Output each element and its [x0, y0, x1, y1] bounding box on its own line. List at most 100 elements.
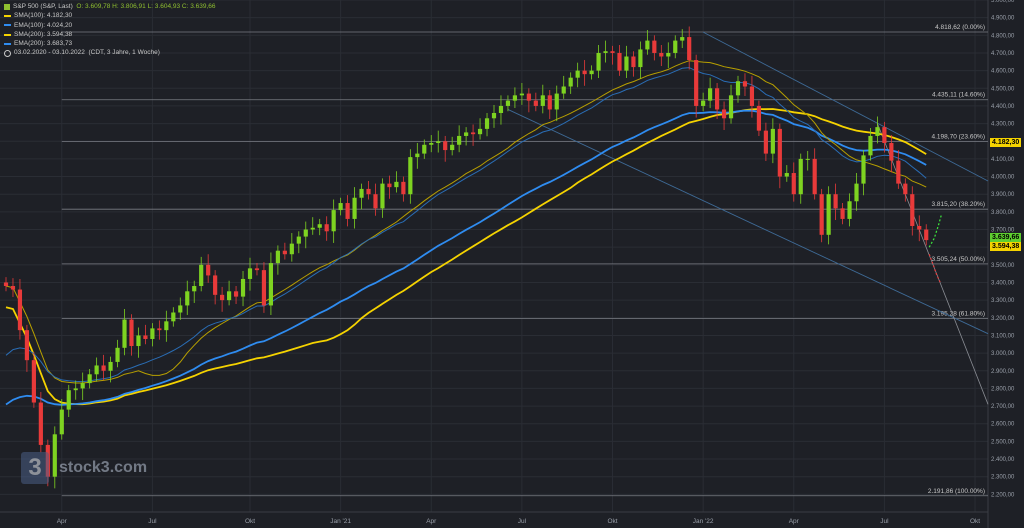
candle-body	[554, 93, 559, 110]
fib-level-label: 4.435,11 (14.60%)	[932, 92, 985, 99]
candle-body	[240, 278, 246, 297]
candle-body	[436, 141, 441, 144]
x-tick-label: Jul	[880, 518, 889, 525]
candle-body	[464, 132, 469, 136]
legend-ema200[interactable]: EMA(200): 3.683,73	[4, 39, 216, 48]
candle-body	[596, 52, 601, 71]
candle-body	[924, 229, 929, 241]
y-tick-label: 2.600,00	[991, 422, 1015, 428]
candle-body	[415, 153, 420, 158]
indicator-label: EMA(100): 4.024,20	[14, 21, 73, 29]
candle-body	[317, 224, 322, 228]
candle-body	[303, 229, 308, 237]
x-tick-label: Jul	[518, 518, 527, 525]
candle-body	[94, 365, 99, 375]
candle-body	[610, 51, 615, 53]
candle-body	[331, 210, 336, 232]
projection-up-arrow	[928, 215, 942, 248]
price-chart[interactable]: 2.200,00 2.300,00 2.400,00 2.500,00 2.600,00…	[0, 0, 1024, 528]
candle-body	[136, 335, 141, 347]
candle-body	[666, 52, 671, 57]
candle-body	[206, 264, 211, 276]
y-tick-label: 5.000,00	[991, 0, 1015, 4]
legend-ema100[interactable]: EMA(100): 4.024,20	[4, 21, 216, 30]
indicator-label: SMA(100): 4.182,30	[14, 12, 73, 20]
candle-body	[282, 250, 287, 255]
candle-body	[233, 291, 239, 297]
fib-level-label: 4.198,70 (23.60%)	[932, 133, 985, 140]
y-tick-label: 2.300,00	[991, 475, 1015, 481]
legend-sma200[interactable]: SMA(200): 3.594,38	[4, 30, 216, 39]
x-tick-label: Apr	[57, 518, 68, 525]
candle-body	[798, 158, 803, 195]
period-note: (CDT, 3 Jahre, 1 Woche)	[88, 49, 160, 57]
indicator-label: EMA(200): 3.683,73	[14, 40, 73, 48]
candle-body	[289, 243, 294, 255]
candle-body	[171, 312, 176, 322]
legend-sma100[interactable]: SMA(100): 4.182,30	[4, 11, 216, 20]
chart-legend: S&P 500 (S&P, Last) O: 3.609,78 H: 3.806…	[4, 2, 216, 58]
candle-body	[401, 181, 406, 195]
candle-body	[122, 319, 127, 348]
candle-body	[450, 144, 455, 151]
legend-instrument-row: S&P 500 (S&P, Last) O: 3.609,78 H: 3.806…	[4, 2, 216, 11]
x-tick-label: Apr	[426, 518, 437, 525]
candle-body	[645, 40, 650, 50]
candle-body	[680, 37, 685, 41]
candle-body	[422, 144, 427, 154]
candle-body	[359, 188, 364, 198]
fib-level-label: 4.818,62 (0.00%)	[935, 24, 985, 31]
candle-body	[275, 250, 280, 264]
y-tick-label: 3.200,00	[991, 316, 1015, 322]
y-tick-label: 3.500,00	[991, 263, 1015, 269]
candle-body	[150, 328, 155, 339]
legend-period: 03.02.2020 - 03.10.2022 (CDT, 3 Jahre, 1…	[4, 48, 216, 57]
candle-body	[861, 155, 866, 184]
candle-body	[199, 264, 204, 287]
candle-body	[268, 263, 274, 306]
candle-body	[568, 77, 573, 87]
candle-body	[66, 390, 71, 410]
candle-body	[226, 291, 232, 301]
candle-body	[80, 383, 85, 389]
candle-body	[721, 109, 727, 119]
candle-body	[324, 224, 329, 232]
stock3-logo-icon: 3	[21, 452, 49, 484]
candle-body	[673, 40, 678, 53]
candle-body	[533, 100, 538, 106]
candle-body	[87, 374, 92, 384]
x-tick-label: Apr	[789, 518, 800, 525]
candle-body	[38, 402, 43, 445]
candle-body	[352, 197, 357, 219]
y-tick-label: 4.800,00	[991, 33, 1015, 39]
candle-body	[784, 173, 789, 177]
x-tick-label: Okt	[245, 518, 255, 525]
candle-body	[624, 56, 629, 71]
instrument-icon	[4, 3, 10, 10]
candle-body	[115, 347, 120, 362]
candle-body	[73, 388, 78, 391]
candle-body	[213, 275, 218, 295]
candle-body	[220, 294, 225, 301]
x-tick-label: Jul	[148, 518, 157, 525]
candle-body	[498, 105, 504, 113]
candle-body	[178, 305, 183, 313]
candle-body	[457, 135, 462, 145]
candle-body	[659, 52, 664, 57]
fib-level-label: 2.191,86 (100.00%)	[928, 488, 985, 495]
y-tick-label: 3.000,00	[991, 351, 1015, 357]
candle-body	[687, 37, 692, 61]
sma100-line	[5, 60, 927, 384]
y-tick-label: 4.400,00	[991, 104, 1015, 110]
candle-body	[59, 409, 64, 435]
candle-body	[826, 194, 831, 235]
candle-body	[735, 81, 741, 96]
candle-body	[477, 128, 483, 135]
candle-body	[708, 88, 713, 101]
candle-body	[505, 100, 511, 106]
watermark: 3 stock3.com	[21, 452, 147, 484]
candle-body	[10, 286, 16, 290]
candle-body	[519, 93, 524, 96]
candle-body	[470, 132, 476, 135]
period-range: 03.02.2020 - 03.10.2022	[14, 49, 85, 57]
